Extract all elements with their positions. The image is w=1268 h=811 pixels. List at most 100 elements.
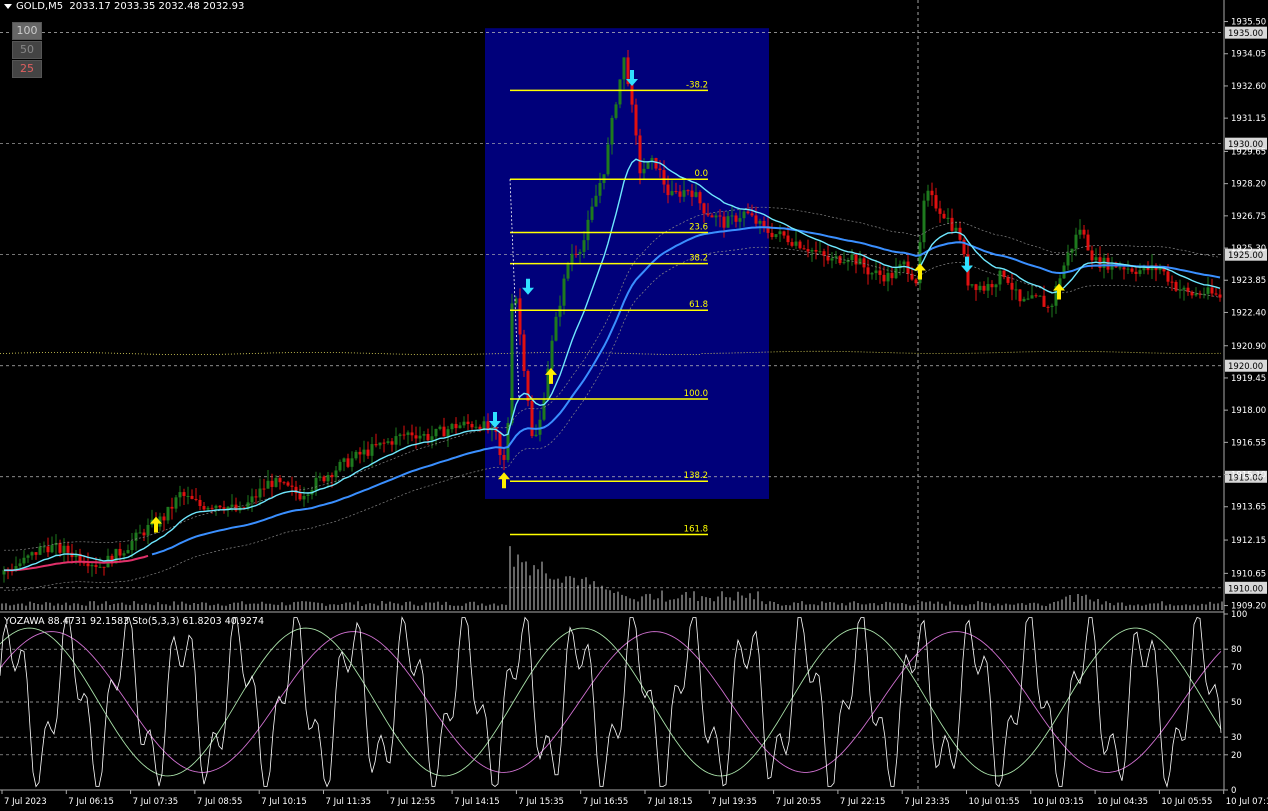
time-tick-label: 7 Jul 16:55 bbox=[583, 797, 629, 807]
candle-body bbox=[22, 557, 26, 564]
candle-body bbox=[274, 478, 278, 487]
chart-canvas[interactable]: 1935.001930.001925.001920.001915.001910.… bbox=[0, 0, 1268, 811]
candle-body bbox=[1122, 267, 1126, 270]
candle-body bbox=[194, 498, 198, 500]
candle-body bbox=[102, 566, 106, 568]
candle-body bbox=[838, 256, 842, 264]
candle-body bbox=[278, 478, 282, 483]
candle-body bbox=[630, 84, 634, 105]
zoom-25-button[interactable]: 25 bbox=[12, 60, 42, 78]
candle-body bbox=[326, 475, 330, 482]
candle-body bbox=[62, 545, 66, 553]
candle-body bbox=[66, 545, 70, 553]
zoom-50-button[interactable]: 50 bbox=[12, 41, 42, 59]
candle-body bbox=[850, 254, 854, 261]
candle-body bbox=[926, 190, 930, 201]
indicator-pane: 100 80 70 50 30 20 0 bbox=[0, 610, 1247, 796]
candle-body bbox=[198, 499, 202, 507]
candle-body bbox=[750, 213, 754, 216]
candle-body bbox=[202, 506, 206, 510]
candle-body bbox=[1186, 287, 1190, 292]
time-tick-label: 7 Jul 14:15 bbox=[454, 797, 500, 807]
candle-body bbox=[726, 216, 730, 228]
candle-body bbox=[554, 316, 558, 341]
candle-body bbox=[1074, 234, 1078, 249]
candle-body bbox=[646, 161, 650, 169]
candle-body bbox=[1014, 289, 1018, 291]
fib-level-label: -38.2 bbox=[686, 80, 708, 90]
candle-body bbox=[130, 540, 134, 551]
candle-body bbox=[342, 458, 346, 462]
candle-body bbox=[438, 426, 442, 429]
time-tick-label: 7 Jul 15:35 bbox=[518, 797, 564, 807]
time-tick-label: 7 Jul 06:15 bbox=[68, 797, 114, 807]
candle-body bbox=[1086, 234, 1090, 251]
time-tick-label: 7 Jul 11:35 bbox=[326, 797, 372, 807]
candle-body bbox=[942, 213, 946, 219]
candle-body bbox=[930, 190, 934, 196]
zoom-100-button[interactable]: 100 bbox=[12, 22, 42, 40]
candle-body bbox=[394, 436, 398, 445]
time-tick-label: 7 Jul 18:15 bbox=[647, 797, 693, 807]
time-tick-label: 10 Jul 04:35 bbox=[1097, 797, 1148, 807]
price-tick-label: 1912.15 bbox=[1231, 536, 1266, 546]
candle-body bbox=[922, 200, 926, 243]
candle-body bbox=[702, 203, 706, 214]
candle-body bbox=[50, 545, 54, 553]
candle-body bbox=[862, 258, 866, 268]
candle-body bbox=[510, 303, 514, 424]
candle-body bbox=[806, 249, 810, 252]
candle-body bbox=[190, 495, 194, 499]
candle-body bbox=[286, 482, 290, 486]
candle-body bbox=[666, 184, 670, 196]
candle-body bbox=[418, 435, 422, 439]
candle-body bbox=[358, 451, 362, 455]
fib-level-label: 61.8 bbox=[689, 300, 708, 310]
candle-body bbox=[710, 215, 714, 218]
candle-body bbox=[550, 340, 554, 369]
price-tick-label: 1916.55 bbox=[1231, 438, 1266, 448]
candle-body bbox=[1002, 270, 1006, 278]
candle-body bbox=[1182, 287, 1186, 290]
candle-body bbox=[1046, 306, 1050, 308]
candle-body bbox=[302, 495, 306, 500]
time-axis: 7 Jul 2023 7 Jul 06:15 7 Jul 07:35 7 Jul 08… bbox=[1, 790, 1268, 807]
price-tick-label: 1934.05 bbox=[1231, 50, 1266, 60]
candle-body bbox=[478, 426, 482, 430]
fib-level-label: 38.2 bbox=[689, 254, 708, 264]
candle-body bbox=[254, 496, 258, 498]
candle-body bbox=[714, 215, 718, 218]
price-tag-label: 1935.00 bbox=[1228, 29, 1263, 39]
candle-body bbox=[266, 480, 270, 489]
indicator-tick-label: 100 bbox=[1231, 610, 1247, 620]
candle-body bbox=[406, 432, 410, 435]
candle-body bbox=[38, 546, 42, 555]
candle-body bbox=[330, 475, 334, 478]
candle-body bbox=[474, 426, 478, 428]
candle-body bbox=[890, 272, 894, 279]
candle-body bbox=[842, 262, 846, 264]
candle-body bbox=[142, 532, 146, 536]
candle-body bbox=[830, 258, 834, 261]
candle-body bbox=[938, 208, 942, 214]
indicator-header: YOZAWA 88.4731 92.1583 Sto(5,3,3) 61.820… bbox=[4, 616, 265, 627]
candle-body bbox=[210, 507, 214, 509]
candle-body bbox=[754, 215, 758, 224]
candle-body bbox=[738, 218, 742, 222]
candle-body bbox=[502, 455, 506, 460]
price-tick-label: 1920.90 bbox=[1231, 342, 1266, 352]
price-tick-label: 1926.75 bbox=[1231, 212, 1266, 222]
candle-body bbox=[298, 493, 302, 500]
candle-body bbox=[458, 425, 462, 429]
price-tick-label: 1923.85 bbox=[1231, 276, 1266, 286]
candle-body bbox=[422, 433, 426, 436]
collapse-triangle-icon[interactable] bbox=[4, 3, 12, 9]
chart-header: GOLD,M5 2033.17 2033.35 2032.48 2032.93 bbox=[4, 1, 244, 12]
candle-body bbox=[162, 516, 166, 521]
buy-arrow-icon bbox=[914, 263, 926, 280]
candle-body bbox=[26, 555, 30, 558]
candle-body bbox=[1134, 271, 1138, 274]
candle-body bbox=[902, 261, 906, 265]
price-tick-label: 1910.65 bbox=[1231, 569, 1266, 579]
candle-body bbox=[670, 191, 674, 196]
